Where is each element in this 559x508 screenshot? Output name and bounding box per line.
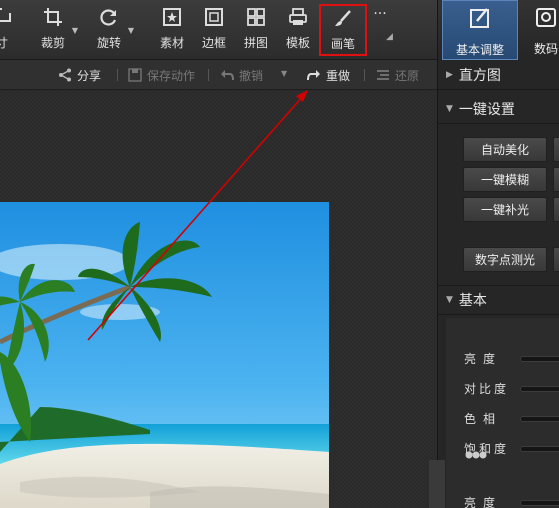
one-click-fill-light-button[interactable]: 一键补光 (463, 197, 547, 222)
printer-icon (287, 6, 309, 28)
basic-sliders-panel: 亮度 对比度 色相 饱和度 亮度 (446, 318, 559, 508)
partial-button[interactable] (553, 247, 559, 272)
partial-button[interactable] (553, 197, 559, 222)
undo-label: 撤销 (239, 68, 264, 83)
spot-metering-button[interactable]: 数字点测光 (463, 247, 547, 272)
share-label: 分享 (77, 68, 102, 83)
tab-digital[interactable]: 数码 (526, 0, 559, 60)
toolbar-more-button[interactable]: ··· ◢ (370, 6, 393, 54)
beach-photo[interactable] (0, 202, 329, 508)
camera-icon (535, 6, 557, 32)
toolbar-template-label: 模板 (285, 36, 310, 50)
toolbar-brush-button[interactable]: 画笔 (319, 4, 367, 56)
one-click-label: 一键设置 (458, 101, 515, 118)
partial-button[interactable] (553, 137, 559, 162)
more-dropdown-icon[interactable]: ◢ (386, 32, 393, 42)
undo-dropdown-icon[interactable]: ▼ (281, 69, 287, 78)
adjust-icon (469, 7, 491, 33)
grid-icon (245, 6, 267, 28)
redo-icon (307, 68, 321, 82)
save-action-label: 保存动作 (147, 68, 196, 83)
expand-down-icon: ▼ (446, 103, 453, 114)
crop-dropdown-icon[interactable]: ▼ (72, 26, 78, 35)
rotate-dropdown-icon[interactable]: ▼ (128, 26, 134, 35)
toolbar-crop-button[interactable]: 裁剪 ▼ (40, 6, 78, 54)
tab-basic-adjust[interactable]: 基本调整 (442, 0, 518, 60)
hue-slider[interactable] (520, 416, 559, 422)
undo-icon (220, 68, 234, 82)
more-icon: ··· (373, 6, 387, 22)
beach-photo-image (0, 202, 329, 508)
toolbar-border-label: 边框 (201, 36, 226, 50)
slider-knob-icon[interactable] (465, 450, 487, 460)
share-icon (58, 68, 72, 82)
action-bar: 分享 保存动作 撤销 ▼ 重做 还原 (0, 60, 437, 90)
share-button[interactable]: 分享 (58, 66, 101, 84)
toolbar-collage-button[interactable]: 拼图 (243, 6, 269, 54)
redo-label: 重做 (326, 68, 351, 83)
tab-digital-label: 数码 (533, 42, 558, 56)
brightness-label-2: 亮度 (464, 496, 503, 508)
expand-down-icon: ▼ (446, 295, 453, 305)
right-tab-bar: 基本调整 数码 (437, 0, 559, 60)
restore-label: 还原 (395, 68, 420, 83)
histogram-section-header[interactable]: ▶ 直方图 (438, 60, 559, 90)
brush-icon (332, 8, 354, 29)
toolbar-material-label: 素材 (159, 36, 184, 50)
restore-icon (376, 68, 390, 82)
basic-section-header[interactable]: ▼ 基本 (438, 285, 559, 315)
toolbar-border-button[interactable]: 边框 (201, 6, 227, 54)
toolbar-resize-button[interactable]: 寸 (0, 6, 12, 54)
toolbar-template-button[interactable]: 模板 (285, 6, 311, 54)
star-frame-icon (161, 6, 183, 28)
save-action-button[interactable]: 保存动作 (128, 66, 195, 84)
one-click-section-header[interactable]: ▼ 一键设置 (438, 94, 559, 124)
one-click-blur-button[interactable]: 一键模糊 (463, 167, 547, 192)
undo-button[interactable]: 撤销 (220, 66, 263, 84)
panel-scrollbar[interactable] (437, 460, 445, 508)
auto-beautify-button[interactable]: 自动美化 (463, 137, 547, 162)
main-toolbar: 寸 裁剪 ▼ 旋转 ▼ 素材 边框 拼图 模板 画笔 ··· ◢ (0, 0, 437, 60)
divider (208, 69, 209, 81)
rotate-icon (98, 6, 120, 28)
contrast-label: 对比度 (464, 382, 510, 396)
divider (364, 69, 365, 81)
toolbar-crop-label: 裁剪 (40, 36, 65, 50)
partial-button[interactable] (553, 167, 559, 192)
brightness-slider-2[interactable] (520, 500, 559, 506)
divider (117, 69, 118, 81)
toolbar-resize-label: 寸 (0, 36, 8, 50)
hue-label: 色相 (464, 412, 503, 426)
histogram-label: 直方图 (458, 67, 501, 84)
toolbar-collage-label: 拼图 (243, 36, 268, 50)
saturation-slider[interactable] (520, 446, 559, 452)
crop-icon (42, 6, 64, 28)
tab-basic-adjust-label: 基本调整 (455, 43, 504, 57)
basic-label: 基本 (458, 293, 487, 309)
collapse-right-icon: ▶ (446, 69, 453, 80)
toolbar-rotate-label: 旋转 (96, 36, 121, 50)
restore-button[interactable]: 还原 (376, 66, 419, 84)
brightness-label: 亮度 (464, 352, 503, 366)
contrast-slider[interactable] (520, 386, 559, 392)
resize-icon (0, 6, 13, 28)
toolbar-material-button[interactable]: 素材 (159, 6, 185, 54)
frame-icon (203, 6, 225, 28)
redo-button[interactable]: 重做 (307, 66, 350, 84)
toolbar-brush-label: 画笔 (330, 37, 355, 51)
canvas-scrollbar[interactable] (429, 460, 437, 508)
right-panel: ▶ 直方图 ▼ 一键设置 自动美化 一键模糊 一键补光 数字点测光 ▼ 基本 亮… (437, 60, 559, 508)
toolbar-rotate-button[interactable]: 旋转 ▼ (96, 6, 134, 54)
brightness-slider[interactable] (520, 356, 559, 362)
save-action-icon (128, 68, 142, 82)
